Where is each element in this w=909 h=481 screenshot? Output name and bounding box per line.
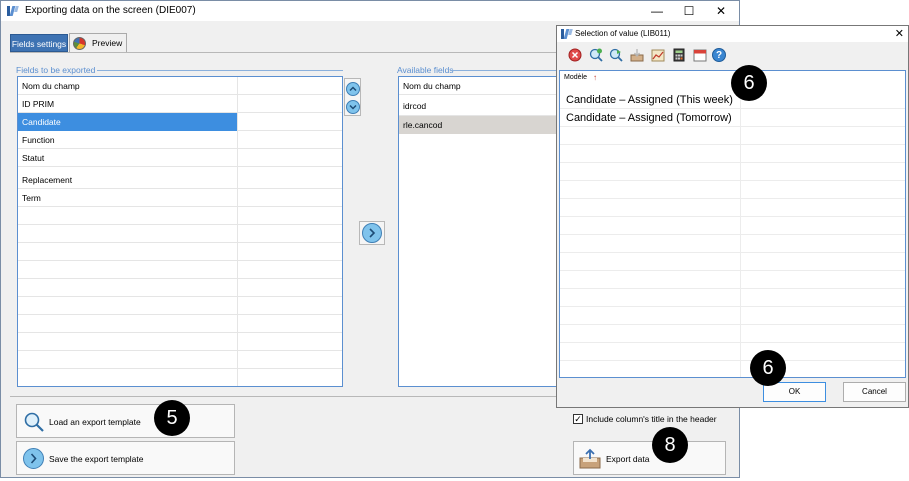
window-title: Exporting data on the screen (DIE007) [25,5,196,16]
list-item [560,289,905,307]
search-add-icon[interactable] [589,48,603,62]
table-row [18,261,342,279]
list-item [560,127,905,145]
table-row [18,369,342,386]
include-titles-label: Include column's title in the header [586,414,717,424]
cancel-button[interactable]: Cancel [843,382,906,402]
dialog-title: Selection of value (LIB011) [575,29,671,38]
chevron-up-icon [349,86,357,92]
table-row[interactable]: ID PRIM [18,95,342,113]
sort-ascending-icon: ↑ [593,73,597,82]
maximize-button[interactable]: ☐ [675,3,703,19]
table-row [18,351,342,369]
annotation-badge-8: 8 [652,427,688,463]
dialog-title-bar: Selection of value (LIB011) ✕ [557,26,908,42]
minimize-button[interactable]: — [643,3,671,19]
table-row[interactable]: rle.cancod [399,116,557,134]
title-bar: Exporting data on the screen (DIE007) — … [1,1,739,21]
chevron-right-icon [362,223,382,243]
available-fields-heading: Available fields [397,65,454,75]
annotation-badge-5: 5 [154,400,190,436]
dialog-close-button[interactable]: ✕ [895,27,904,40]
chart-icon[interactable] [651,48,665,62]
import-icon[interactable] [630,48,644,62]
save-template-button[interactable]: Save the export template [16,441,235,475]
table-row[interactable]: Nom du champ [399,77,557,95]
table-row[interactable]: idrcod [399,95,557,116]
table-row [18,315,342,333]
chart-pie-icon [73,37,86,50]
list-item [560,361,905,377]
list-item [560,253,905,271]
export-data-button[interactable]: Export data [573,441,726,475]
available-fields-grid[interactable]: Nom du champ idrcod rle.cancod [398,76,558,387]
close-button[interactable]: ✕ [707,3,735,19]
list-item [560,181,905,199]
table-row[interactable]: Nom du champ [18,77,342,95]
export-tray-icon [579,448,601,469]
calendar-icon[interactable] [693,48,707,62]
table-row [18,243,342,261]
group-line [451,70,557,71]
tab-preview[interactable]: Preview [69,33,127,52]
include-titles-checkbox[interactable]: ✓ [573,414,583,424]
chevron-right-icon [23,448,44,469]
list-item [560,145,905,163]
chevron-down-icon [349,104,357,110]
table-row[interactable]: Replacement [18,167,342,189]
help-icon[interactable]: ? [712,48,726,62]
fields-to-export-heading: Fields to be exported [16,65,96,75]
table-row[interactable]: Term [18,189,342,207]
list-item [560,343,905,361]
load-template-button[interactable]: Load an export template [16,404,235,438]
cancel-icon[interactable] [568,48,582,62]
list-item[interactable]: Candidate – Assigned (This week) [560,91,905,109]
annotation-badge-6-top: 6 [731,65,767,101]
tab-fields-settings[interactable]: Fields settings [10,34,68,52]
table-row [18,279,342,297]
export-data-label: Export data [606,454,650,464]
list-item [560,199,905,217]
table-row[interactable]: Candidate [18,113,342,131]
table-row [18,207,342,225]
move-up-button[interactable] [346,82,360,96]
save-template-label: Save the export template [49,454,144,464]
reorder-buttons [344,78,361,116]
load-template-label: Load an export template [49,417,141,427]
list-item [560,307,905,325]
move-down-button[interactable] [346,100,360,114]
group-line [97,70,343,71]
column-header-modele[interactable]: Modèle [564,74,587,81]
list-item [560,271,905,289]
table-row [18,297,342,315]
table-row [18,225,342,243]
search-back-icon[interactable] [609,48,623,62]
table-row[interactable]: Function [18,131,342,149]
search-icon [24,412,44,432]
calculator-icon[interactable] [672,48,686,62]
fields-to-export-grid[interactable]: Nom du champ ID PRIM Candidate Function … [17,76,343,387]
value-selection-grid[interactable]: Modèle ↑ Candidate – Assigned (This week… [559,70,906,378]
list-item [560,217,905,235]
table-row [18,333,342,351]
table-row[interactable]: Statut [18,149,342,167]
list-item [560,325,905,343]
app-logo-icon [561,28,573,40]
list-item [560,163,905,181]
list-item [560,235,905,253]
annotation-badge-6-bottom: 6 [750,350,786,386]
app-logo-icon [7,5,19,17]
transfer-button[interactable] [359,221,385,245]
list-item[interactable]: Candidate – Assigned (Tomorrow) [560,109,905,127]
tab-preview-label: Preview [92,38,123,48]
